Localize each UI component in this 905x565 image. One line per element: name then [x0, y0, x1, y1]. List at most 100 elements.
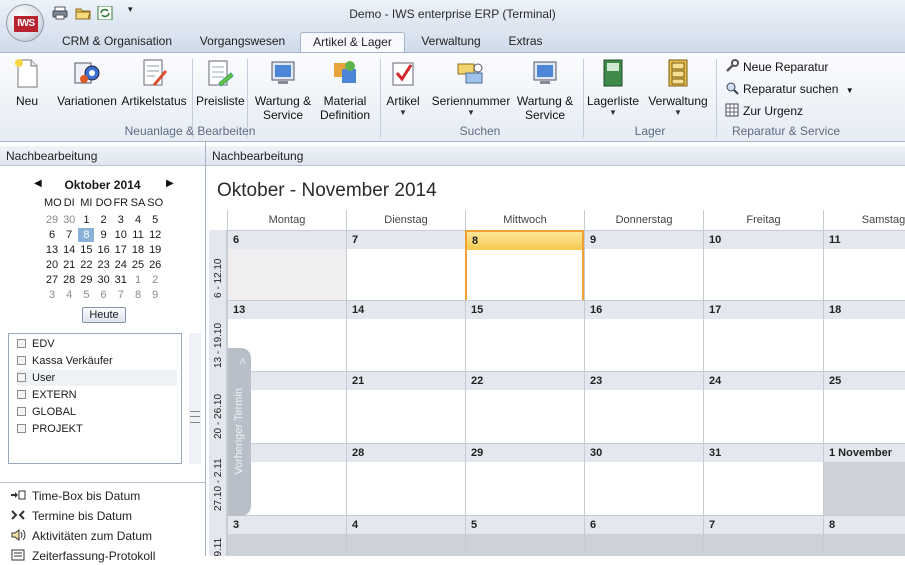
app-logo[interactable]: IWS: [6, 4, 44, 42]
scrollbar-thumb[interactable]: [190, 411, 200, 423]
calendar-day-cell[interactable]: 5: [465, 515, 584, 556]
calendar-day-cell[interactable]: 18: [823, 300, 905, 372]
next-month-icon[interactable]: ▶: [166, 178, 174, 189]
calendar-day-cell[interactable]: 15: [465, 300, 584, 372]
mini-calendar-day[interactable]: 30: [96, 273, 112, 287]
mini-calendar-day[interactable]: 26: [147, 258, 163, 272]
mini-calendar-day[interactable]: 13: [44, 243, 60, 257]
mini-calendar-day[interactable]: 8: [130, 288, 146, 302]
mini-calendar-day[interactable]: 27: [44, 273, 60, 287]
calendar-day-cell[interactable]: 17: [703, 300, 823, 372]
article-search-button[interactable]: Artikel ▼: [383, 57, 423, 118]
week-label[interactable]: 6 - 12.10: [209, 230, 227, 302]
category-item[interactable]: Kassa Verkäufer: [17, 353, 177, 369]
today-button[interactable]: Heute: [82, 307, 126, 323]
tab-artikel-lager[interactable]: Artikel & Lager: [300, 32, 405, 52]
calendar-day-cell[interactable]: 6: [227, 230, 346, 302]
mini-calendar-day[interactable]: 18: [130, 243, 146, 257]
checkbox[interactable]: [17, 424, 26, 433]
management-button[interactable]: Verwaltung ▼: [646, 57, 710, 118]
mini-calendar-day[interactable]: 5: [147, 213, 163, 227]
calendar-day-cell[interactable]: 21: [346, 371, 465, 443]
category-item[interactable]: PROJEKT: [17, 421, 177, 437]
calendar-day-cell[interactable]: 28: [346, 443, 465, 515]
tab-vorgangswesen[interactable]: Vorgangswesen: [190, 32, 295, 52]
mini-calendar-day[interactable]: 6: [44, 228, 60, 242]
mini-calendar-day[interactable]: 7: [61, 228, 77, 242]
tab-verwaltung[interactable]: Verwaltung: [410, 32, 492, 52]
mini-calendar-day[interactable]: 21: [61, 258, 77, 272]
warehouse-list-button[interactable]: Lagerliste ▼: [586, 57, 640, 118]
calendar-day-cell[interactable]: 6: [584, 515, 703, 556]
category-item[interactable]: EXTERN: [17, 387, 177, 403]
repair-search-button[interactable]: Reparatur suchen ▼: [725, 80, 854, 98]
previous-appointment-button[interactable]: < Vorheriger Termin: [228, 348, 251, 516]
mini-calendar-day[interactable]: 8: [78, 228, 95, 242]
maintenance-search-button[interactable]: Wartung & Service: [512, 57, 578, 122]
calendar-day-cell[interactable]: 3: [227, 515, 346, 556]
material-definition-button[interactable]: Material Definition: [316, 57, 374, 122]
mini-calendar-day[interactable]: 6: [96, 288, 112, 302]
mini-calendar-day[interactable]: 20: [44, 258, 60, 272]
category-item[interactable]: User: [17, 370, 177, 386]
mini-calendar-day[interactable]: 23: [96, 258, 112, 272]
mini-calendar-day[interactable]: 31: [113, 273, 129, 287]
sidebar-item-timesheet[interactable]: Zeiterfassung-Protokoll: [10, 547, 155, 565]
mini-calendar-day[interactable]: 29: [44, 213, 60, 227]
mini-calendar-day[interactable]: 11: [130, 228, 146, 242]
mini-calendar-day[interactable]: 29: [78, 273, 94, 287]
mini-calendar-day[interactable]: 4: [61, 288, 77, 302]
mini-calendar-day[interactable]: 30: [61, 213, 77, 227]
category-scrollbar[interactable]: [189, 333, 201, 464]
calendar-day-cell[interactable]: 14: [346, 300, 465, 372]
checkbox[interactable]: [17, 407, 26, 416]
maintenance-button[interactable]: Wartung & Service: [251, 57, 315, 122]
calendar-day-cell[interactable]: 4: [346, 515, 465, 556]
calendar-day-cell[interactable]: 8: [465, 230, 584, 302]
calendar-day-cell[interactable]: 23: [584, 371, 703, 443]
tab-extras[interactable]: Extras: [498, 32, 553, 52]
mini-calendar-day[interactable]: 22: [78, 258, 94, 272]
mini-calendar-day[interactable]: 9: [96, 228, 112, 242]
checkbox[interactable]: [17, 356, 26, 365]
sidebar-item-activities[interactable]: Aktivitäten zum Datum: [10, 527, 152, 545]
checkbox[interactable]: [17, 373, 26, 382]
mini-calendar-day[interactable]: 10: [113, 228, 129, 242]
week-label[interactable]: 3 - 9.11: [209, 515, 227, 556]
calendar-day-cell[interactable]: 22: [465, 371, 584, 443]
new-repair-button[interactable]: Neue Reparatur: [725, 58, 828, 76]
week-label[interactable]: 20 - 26.10: [209, 371, 227, 443]
calendar-day-cell[interactable]: 9: [584, 230, 703, 302]
mini-calendar-day[interactable]: 14: [61, 243, 77, 257]
calendar-day-cell[interactable]: 30: [584, 443, 703, 515]
calendar-day-cell[interactable]: 29: [465, 443, 584, 515]
checkbox[interactable]: [17, 390, 26, 399]
mini-calendar-day[interactable]: 9: [147, 288, 163, 302]
calendar-day-cell[interactable]: 10: [703, 230, 823, 302]
mini-calendar-day[interactable]: 3: [44, 288, 60, 302]
category-item[interactable]: EDV: [17, 336, 177, 352]
mini-calendar-day[interactable]: 25: [130, 258, 146, 272]
calendar-day-cell[interactable]: 31: [703, 443, 823, 515]
variations-button[interactable]: Variationen: [54, 57, 120, 108]
week-label[interactable]: 13 - 19.10: [209, 300, 227, 372]
urgency-button[interactable]: Zur Urgenz: [725, 102, 803, 120]
calendar-day-cell[interactable]: 24: [703, 371, 823, 443]
sidebar-item-timebox[interactable]: Time-Box bis Datum: [10, 487, 140, 505]
mini-calendar-day[interactable]: 12: [147, 228, 163, 242]
checkbox[interactable]: [17, 339, 26, 348]
mini-calendar-day[interactable]: 5: [78, 288, 94, 302]
calendar-day-cell[interactable]: 1 November: [823, 443, 905, 515]
mini-calendar-day[interactable]: 2: [147, 273, 163, 287]
mini-calendar-day[interactable]: 15: [78, 243, 94, 257]
calendar-day-cell[interactable]: 11: [823, 230, 905, 302]
new-button[interactable]: Neu: [10, 57, 44, 108]
article-status-button[interactable]: Artikelstatus: [121, 57, 187, 108]
calendar-day-cell[interactable]: 16: [584, 300, 703, 372]
sidebar-item-appointments[interactable]: Termine bis Datum: [10, 507, 132, 525]
serial-number-button[interactable]: Seriennummer ▼: [431, 57, 511, 118]
calendar-day-cell[interactable]: 7: [346, 230, 465, 302]
tab-crm[interactable]: CRM & Organisation: [52, 32, 182, 52]
mini-calendar-day[interactable]: 28: [61, 273, 77, 287]
mini-calendar-day[interactable]: 17: [113, 243, 129, 257]
